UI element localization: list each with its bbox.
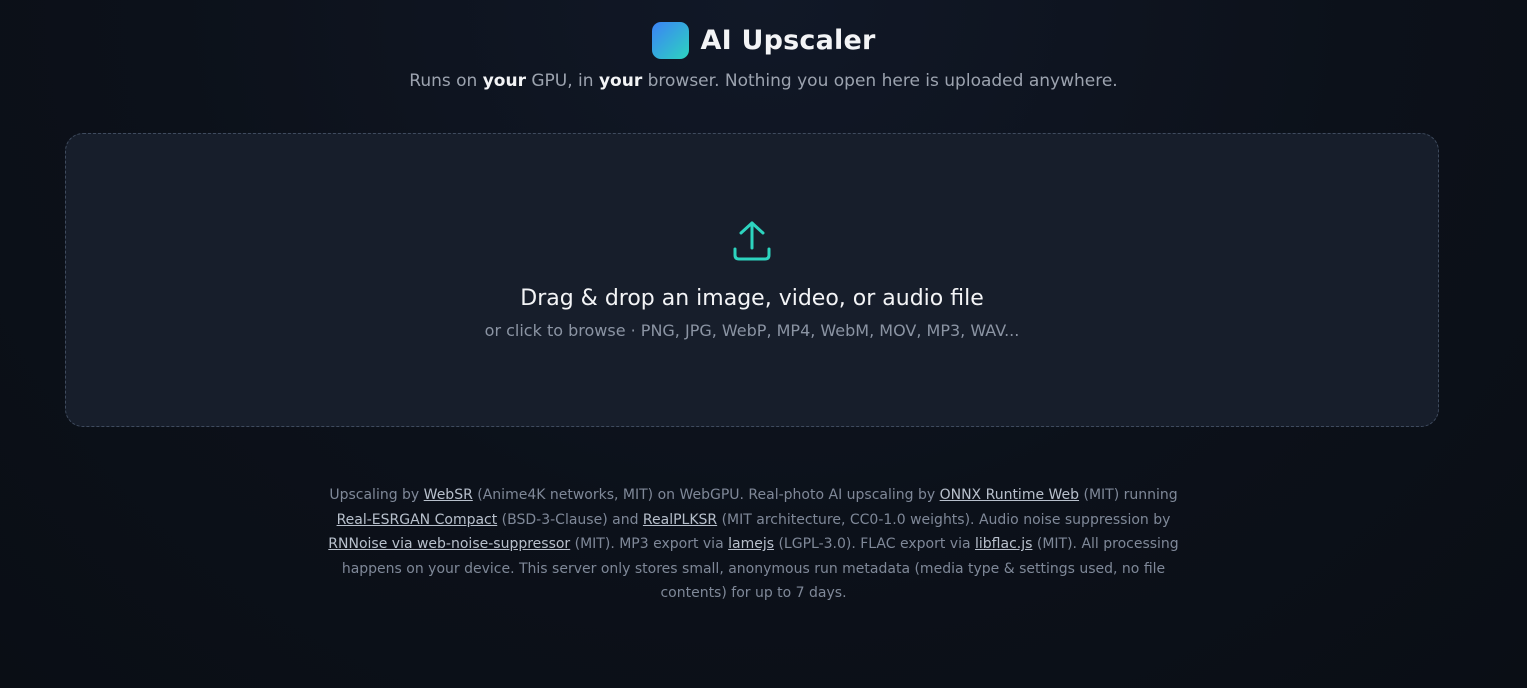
footer-text: Upscaling by — [329, 487, 424, 503]
tagline-text-2: GPU, in — [525, 71, 599, 91]
tagline-text-3: browser. Nothing you open here is upload… — [642, 71, 1118, 91]
footer-text: (Anime4K networks, MIT) on WebGPU. Real-… — [472, 487, 940, 503]
tagline-emphasis-1: your — [482, 71, 526, 91]
tagline-text-1: Runs on — [409, 71, 483, 91]
tagline-emphasis-2: your — [598, 71, 643, 91]
header: AI Upscaler Runs on your GPU, in your br… — [0, 22, 1527, 91]
dropzone-title: Drag & drop an image, video, or audio fi… — [520, 286, 984, 311]
file-dropzone[interactable]: Drag & drop an image, video, or audio fi… — [65, 133, 1439, 427]
realplksr-link[interactable]: RealPLKSR — [643, 512, 717, 528]
footer-text: (LGPL-3.0). FLAC export via — [774, 536, 975, 552]
footer-credits: Upscaling by WebSR (Anime4K networks, MI… — [320, 483, 1187, 606]
app-logo — [651, 22, 689, 59]
footer-text: (BSD-3-Clause) and — [497, 511, 643, 528]
brand: AI Upscaler — [0, 22, 1527, 59]
rnnoise-link[interactable]: RNNoise via web-noise-suppressor — [328, 536, 570, 552]
libflac-link[interactable]: libflac.js — [975, 536, 1032, 552]
websr-link[interactable]: WebSR — [424, 487, 473, 503]
dropzone-subtitle: or click to browse · PNG, JPG, WebP, MP4… — [484, 321, 1020, 340]
tagline: Runs on your GPU, in your browser. Nothi… — [0, 71, 1527, 91]
app-title: AI Upscaler — [700, 25, 876, 56]
real-esrgan-compact-link[interactable]: Real-ESRGAN Compact — [337, 512, 498, 528]
onnx-runtime-web-link[interactable]: ONNX Runtime Web — [940, 487, 1079, 503]
footer-text: (MIT) running — [1079, 487, 1178, 503]
footer-text: (MIT architecture, CC0-1.0 weights). Aud… — [717, 511, 1171, 528]
footer-text: (MIT). MP3 export via — [570, 536, 729, 552]
upload-icon — [733, 221, 771, 261]
lamejs-link[interactable]: lamejs — [728, 536, 774, 552]
